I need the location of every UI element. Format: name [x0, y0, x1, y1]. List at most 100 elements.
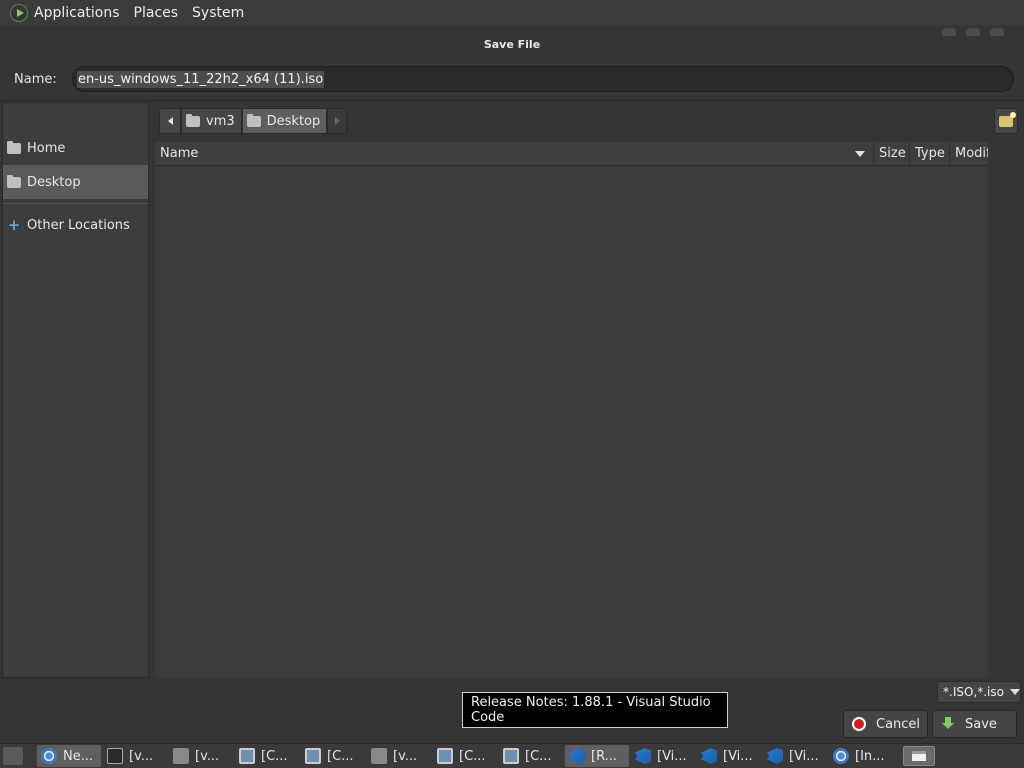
path-segment-label: vm3 [206, 113, 235, 129]
taskbar-task[interactable]: [v... [169, 745, 233, 767]
taskbar-task[interactable]: [Vi... [763, 745, 827, 767]
taskbar-task[interactable]: [Vi... [631, 745, 695, 767]
taskbar-task-label: [Vi... [723, 748, 753, 764]
sidebar-item-desktop[interactable]: Desktop [3, 165, 148, 199]
close-button[interactable] [990, 28, 1004, 36]
taskbar-task-label: [C... [327, 748, 354, 764]
plus-icon: + [7, 216, 21, 234]
path-forward-button[interactable] [327, 108, 348, 134]
path-back-button[interactable] [159, 108, 181, 134]
chrome-icon [41, 748, 57, 764]
save-button[interactable]: Save [932, 710, 1017, 738]
taskbar-task-label: [In... [855, 748, 885, 764]
desktop-folder-icon [246, 113, 261, 127]
taskbar-task[interactable]: [In... [829, 745, 893, 767]
taskbar-task[interactable]: Ne... [37, 745, 101, 767]
name-label: Name: [14, 71, 57, 87]
column-header-name[interactable]: Name [155, 142, 874, 166]
column-header-type[interactable]: Type [910, 142, 950, 166]
taskbar-task[interactable]: [C... [235, 745, 299, 767]
menu-places[interactable]: Places [134, 5, 179, 21]
monitor-icon [239, 748, 255, 764]
column-header-size[interactable]: Size [874, 142, 910, 166]
file-list[interactable] [155, 166, 988, 678]
path-segment-desktop[interactable]: Desktop [241, 108, 328, 134]
window-controls [942, 28, 1004, 36]
save-label: Save [965, 716, 997, 732]
create-folder-button[interactable] [994, 108, 1018, 134]
taskbar-task-label: [R... [591, 748, 618, 764]
new-folder-icon [999, 111, 1016, 127]
sidebar-divider [3, 203, 148, 204]
file-list-header: Name Size Type Modif [155, 142, 988, 166]
chevron-down-icon [1009, 689, 1020, 695]
taskbar-task-label: [C... [261, 748, 288, 764]
taskbar-task-label: [C... [525, 748, 552, 764]
places-sidebar: Home Desktop + Other Locations [2, 102, 149, 678]
taskbar-task[interactable]: [C... [433, 745, 497, 767]
workspace-switcher[interactable] [903, 746, 935, 766]
taskbar-task-label: [v... [393, 748, 418, 764]
save-file-dialog: Save File Name: en-us_windows_11_22h2_x6… [0, 25, 1024, 743]
taskbar-task[interactable]: [R... [565, 745, 629, 767]
maximize-button[interactable] [966, 28, 980, 36]
show-desktop-icon[interactable] [3, 747, 23, 765]
filename-text[interactable]: en-us_windows_11_22h2_x64 (11).iso [77, 70, 325, 88]
menu-applications[interactable]: Applications [34, 5, 120, 21]
file-type-filter[interactable]: *.ISO,*.iso [937, 681, 1021, 703]
taskbar-task-label: Ne... [63, 748, 94, 764]
download-icon [941, 717, 955, 731]
monitor-icon [305, 748, 321, 764]
taskbar: Ne... [v... [v... [C... [C... [v... [C... [C...… [0, 743, 1024, 768]
file-browser: vm3 Desktop Name Size Type Modif [151, 102, 1024, 678]
cancel-label: Cancel [876, 716, 921, 732]
taskbar-task-label: [C... [459, 748, 486, 764]
divider [0, 100, 1024, 101]
vscode-icon [701, 748, 717, 764]
path-bar: vm3 Desktop [159, 107, 348, 135]
sidebar-item-label: Other Locations [27, 217, 130, 233]
taskbar-task[interactable]: [v... [103, 745, 167, 767]
name-row: Name: en-us_windows_11_22h2_x64 (11).iso [0, 64, 1024, 94]
vscode-icon [569, 748, 585, 764]
menu-system[interactable]: System [192, 5, 244, 21]
home-folder-icon [7, 140, 21, 154]
path-segment-vm3[interactable]: vm3 [181, 108, 242, 134]
sort-descending-icon [855, 151, 865, 157]
window-icon [912, 751, 926, 761]
path-segment-label: Desktop [266, 113, 321, 129]
taskbar-task-label: [v... [129, 748, 154, 764]
taskbar-task[interactable]: [C... [499, 745, 563, 767]
dialog-title: Save File [483, 38, 541, 51]
column-header-modified[interactable]: Modif [950, 142, 988, 166]
taskbar-task[interactable]: [C... [301, 745, 365, 767]
monitor-icon [437, 748, 453, 764]
monitor-icon [503, 748, 519, 764]
task-list: Ne... [v... [v... [C... [C... [v... [C... [C...… [37, 745, 895, 767]
taskbar-task-label: [Vi... [657, 748, 687, 764]
column-label: Name [160, 146, 199, 161]
vscode-icon [767, 748, 783, 764]
home-folder-icon [186, 113, 200, 127]
sidebar-item-label: Home [27, 140, 66, 156]
menu-logo-icon[interactable] [10, 3, 28, 22]
folder-icon [371, 748, 387, 764]
taskbar-task-label: [v... [195, 748, 220, 764]
sidebar-item-label: Desktop [27, 174, 81, 190]
folder-icon [173, 748, 189, 764]
taskbar-task[interactable]: [Vi... [697, 745, 761, 767]
filename-input[interactable]: en-us_windows_11_22h2_x64 (11).iso [72, 66, 1014, 92]
sidebar-item-other-locations[interactable]: + Other Locations [3, 208, 148, 242]
taskbar-task[interactable]: [v... [367, 745, 431, 767]
scrollbar[interactable] [992, 142, 1024, 678]
cancel-icon [852, 717, 866, 731]
desktop-folder-icon [7, 174, 21, 188]
sidebar-item-home[interactable]: Home [3, 131, 148, 165]
minimize-button[interactable] [942, 28, 956, 36]
tooltip: Release Notes: 1.88.1 - Visual Studio Co… [462, 692, 728, 728]
filter-value: *.ISO,*.iso [943, 685, 1004, 699]
cancel-button[interactable]: Cancel [843, 710, 928, 738]
terminal-icon [107, 748, 123, 764]
chrome-icon [833, 748, 849, 764]
top-panel: Applications Places System [0, 0, 1024, 25]
